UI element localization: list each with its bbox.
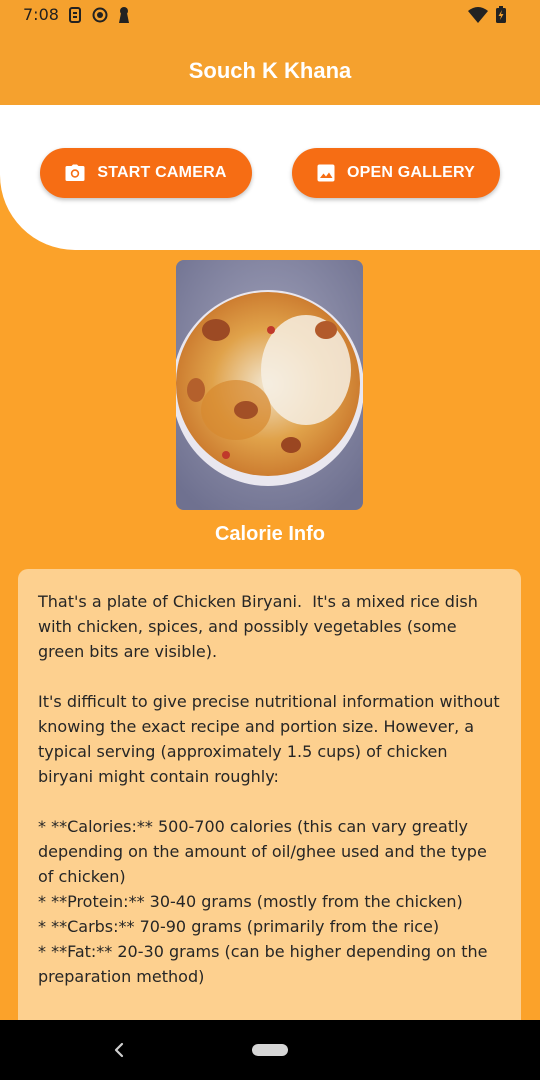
wifi-icon — [468, 6, 488, 23]
biryani-plate-image — [176, 260, 363, 510]
open-gallery-button[interactable]: OPEN GALLERY — [292, 148, 500, 198]
status-time: 7:08 — [23, 5, 59, 24]
food-photo — [176, 260, 363, 510]
camera-icon — [65, 164, 85, 181]
home-pill-icon[interactable] — [252, 1044, 288, 1056]
status-bar: 7:08 — [0, 0, 540, 30]
calorie-info-card[interactable]: That's a plate of Chicken Biryani. It's … — [18, 569, 521, 1039]
status-icons-left — [68, 6, 130, 24]
back-icon[interactable] — [112, 1040, 126, 1060]
keyhole-icon — [119, 7, 129, 23]
start-camera-label: START CAMERA — [97, 164, 227, 181]
navigation-bar — [0, 1020, 540, 1080]
calorie-info-heading: Calorie Info — [214, 523, 325, 545]
app-bar: Souch K Khana — [0, 30, 540, 105]
image-icon — [317, 164, 335, 182]
record-icon — [92, 7, 108, 23]
battery-charging-icon — [496, 6, 506, 23]
start-camera-button[interactable]: START CAMERA — [40, 148, 252, 198]
calorie-info-text: That's a plate of Chicken Biryani. It's … — [38, 592, 500, 986]
app-title: Souch K Khana — [188, 58, 352, 83]
sim-card-icon — [69, 7, 81, 23]
open-gallery-label: OPEN GALLERY — [346, 164, 476, 181]
status-icons-right — [468, 6, 506, 23]
